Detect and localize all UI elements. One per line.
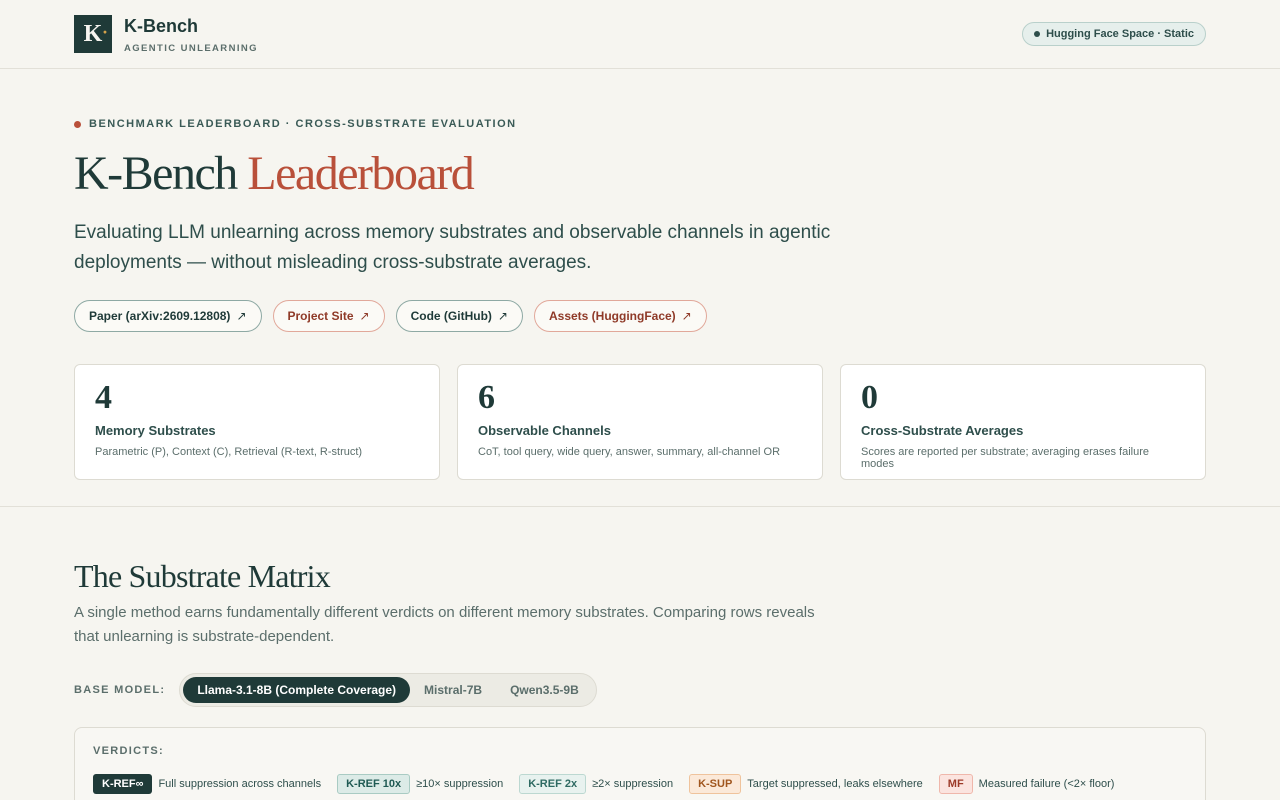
external-arrow-icon: ↗ [681, 309, 692, 323]
external-arrow-icon: ↗ [497, 309, 508, 323]
verdicts-title: VERDICTS: [93, 745, 164, 757]
eyebrow-text: BENCHMARK LEADERBOARD · CROSS-SUBSTRATE … [89, 118, 517, 130]
page-title-accent: Leaderboard [247, 147, 475, 200]
stat-number: 6 [478, 379, 495, 416]
verdicts-row: K-REF∞ Full suppression across channels … [93, 774, 1187, 794]
assets-link[interactable]: Assets (HuggingFace) ↗ [533, 300, 707, 332]
stat-label: Observable Channels [478, 423, 611, 438]
logo-letter: K [83, 20, 103, 47]
eyebrow: BENCHMARK LEADERBOARD · CROSS-SUBSTRATE … [74, 118, 1206, 130]
base-model-selector: BASE MODEL: Llama-3.1-8B (Complete Cover… [74, 673, 1206, 707]
external-arrow-icon: ↗ [236, 309, 247, 323]
status-dot-icon [1034, 31, 1041, 37]
project-site-link[interactable]: Project Site ↗ [272, 300, 385, 332]
stat-card-substrates: 4 Memory Substrates Parametric (P), Cont… [74, 364, 440, 480]
stat-number: 4 [95, 379, 112, 416]
verdict-text: Full suppression across channels [158, 778, 322, 790]
brand[interactable]: K · K-Bench AGENTIC UNLEARNING [74, 14, 258, 54]
verdict-badge-ksup: K-SUP [689, 774, 742, 794]
substrate-matrix-section: The Substrate Matrix A single method ear… [0, 507, 1280, 800]
model-segmented-control: Llama-3.1-8B (Complete Coverage) Mistral… [179, 673, 597, 707]
logo-dot: · [101, 22, 108, 42]
external-arrow-icon: ↗ [359, 309, 370, 323]
verdicts-legend: VERDICTS: K-REF∞ Full suppression across… [74, 727, 1206, 800]
resource-links: Paper (arXiv:2609.12808) ↗ Project Site … [74, 300, 1206, 332]
verdict-item: K-REF 10x ≥10× suppression [337, 774, 503, 794]
paper-link-label: Paper (arXiv:2609.12808) [89, 309, 231, 323]
model-option-mistral[interactable]: Mistral-7B [410, 677, 496, 703]
space-badge[interactable]: Hugging Face Space · Static [1022, 22, 1206, 46]
page-subtitle: Evaluating LLM unlearning across memory … [74, 222, 831, 273]
verdict-badge-kref-2x: K-REF 2x [519, 774, 587, 794]
verdict-badge-kref-inf: K-REF∞ [93, 774, 153, 794]
verdict-item: MF Measured failure (<2× floor) [938, 774, 1115, 794]
verdict-item: K-SUP Target suppressed, leaks elsewhere [689, 774, 923, 794]
space-badge-label: Hugging Face Space · Static [1046, 28, 1194, 40]
section-description: A single method earns fundamentally diff… [74, 604, 815, 645]
model-option-qwen[interactable]: Qwen3.5-9B [496, 677, 593, 703]
stat-label: Memory Substrates [95, 423, 216, 438]
section-title: The Substrate Matrix [74, 558, 331, 594]
stat-number: 0 [861, 379, 878, 416]
verdict-text: Measured failure (<2× floor) [978, 778, 1115, 790]
stat-description: Scores are reported per substrate; avera… [861, 446, 1149, 470]
brand-text: K-Bench AGENTIC UNLEARNING [124, 14, 258, 54]
stat-label: Cross-Substrate Averages [861, 423, 1024, 438]
model-option-llama[interactable]: Llama-3.1-8B (Complete Coverage) [183, 677, 411, 703]
verdict-item: K-REF∞ Full suppression across channels [93, 774, 321, 794]
paper-link[interactable]: Paper (arXiv:2609.12808) ↗ [74, 300, 262, 332]
verdict-badge-kref-10x: K-REF 10x [337, 774, 411, 794]
stat-card-averages: 0 Cross-Substrate Averages Scores are re… [840, 364, 1206, 480]
hero-section: BENCHMARK LEADERBOARD · CROSS-SUBSTRATE … [0, 69, 1280, 507]
project-site-link-label: Project Site [287, 309, 354, 323]
brand-name: K-Bench [124, 16, 199, 36]
verdict-text: Target suppressed, leaks elsewhere [747, 778, 923, 790]
verdict-text: ≥10× suppression [416, 778, 504, 790]
verdict-text: ≥2× suppression [592, 778, 674, 790]
stat-description: CoT, tool query, wide query, answer, sum… [478, 446, 781, 458]
assets-link-label: Assets (HuggingFace) [548, 309, 676, 323]
code-link-label: Code (GitHub) [410, 309, 492, 323]
base-model-label: BASE MODEL: [74, 684, 166, 696]
brand-tagline: AGENTIC UNLEARNING [124, 43, 258, 54]
code-link[interactable]: Code (GitHub) ↗ [395, 300, 523, 332]
verdict-item: K-REF 2x ≥2× suppression [519, 774, 673, 794]
page-title: K-Bench Leaderboard [74, 146, 1206, 202]
stat-description: Parametric (P), Context (C), Retrieval (… [95, 446, 363, 458]
eyebrow-dot-icon [74, 120, 81, 128]
logo-icon: K · [74, 15, 112, 53]
verdict-badge-mf: MF [938, 774, 973, 794]
stats-row: 4 Memory Substrates Parametric (P), Cont… [74, 364, 1206, 480]
page-title-main: K-Bench [74, 147, 238, 200]
site-header: K · K-Bench AGENTIC UNLEARNING Hugging F… [0, 0, 1280, 69]
stat-card-channels: 6 Observable Channels CoT, tool query, w… [457, 364, 823, 480]
